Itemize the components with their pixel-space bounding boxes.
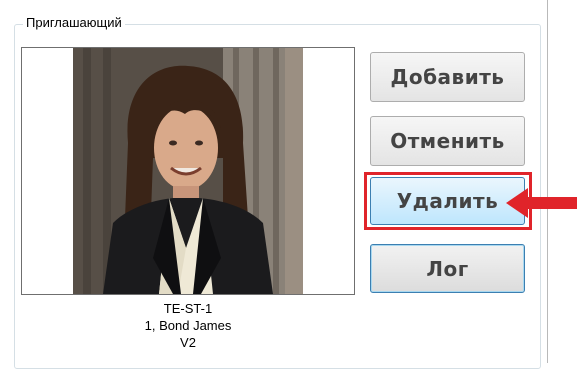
cancel-button[interactable]: Отменить	[370, 116, 525, 166]
person-name: 1, Bond James	[144, 318, 232, 333]
person-photo-frame	[21, 47, 355, 295]
person-photo	[73, 48, 303, 294]
add-button[interactable]: Добавить	[370, 52, 525, 102]
groupbox-title: Приглашающий	[23, 15, 125, 31]
log-button[interactable]: Лог	[370, 244, 525, 293]
person-id: TE-ST-1	[163, 301, 213, 316]
red-arrow-icon	[506, 188, 577, 218]
person-version: V2	[180, 335, 196, 350]
